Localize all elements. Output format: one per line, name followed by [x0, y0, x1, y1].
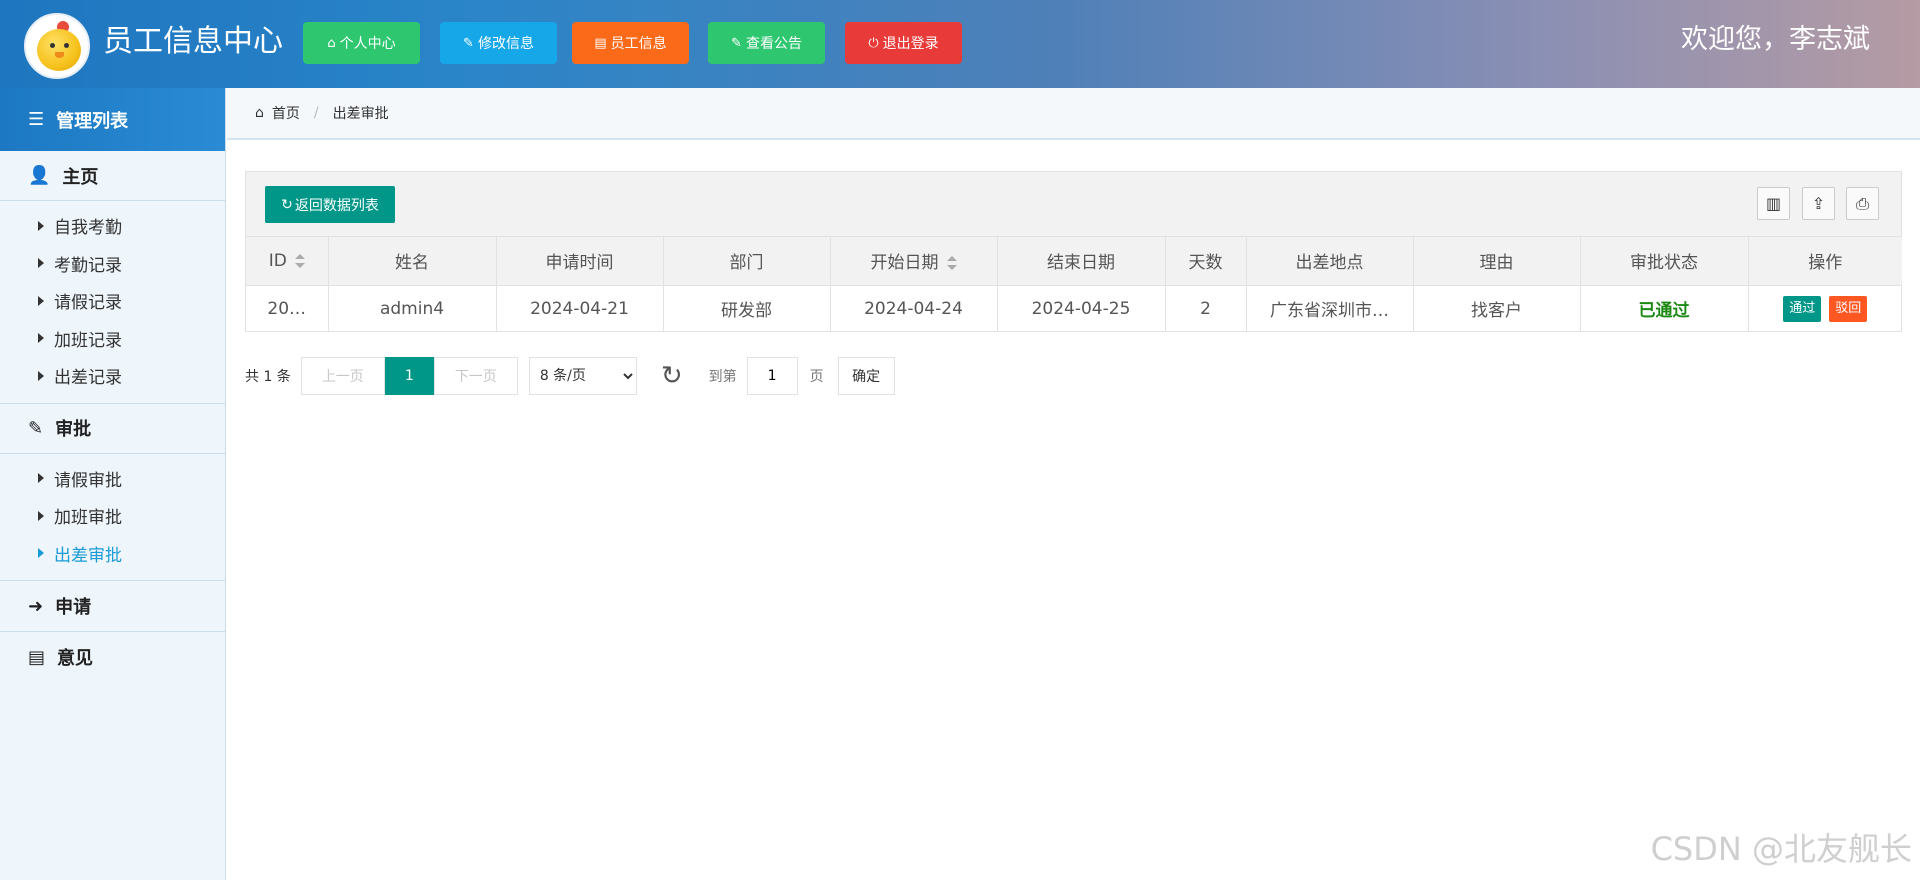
edit-info-button[interactable]: ✎ 修改信息 — [440, 22, 557, 64]
reject-button[interactable]: 驳回 — [1829, 295, 1868, 322]
home-icon: ⌂ — [327, 35, 336, 51]
caret-right-icon — [38, 548, 44, 559]
caret-right-icon — [38, 510, 44, 521]
column-header-start-date[interactable]: 开始日期 — [830, 237, 998, 286]
sidebar-item-self-attendance[interactable]: 自我考勤 — [0, 207, 225, 245]
sort-icon[interactable] — [946, 256, 957, 271]
column-header-id[interactable]: ID — [246, 237, 329, 286]
sidebar: ☰ 管理列表 👤 主页 自我考勤 考勤记录 请假记录 加班记录 出差记录 ✎ 审… — [0, 88, 226, 880]
column-header-location: 出差地点 — [1246, 237, 1414, 286]
sidebar-group-title-apply[interactable]: ➜ 申请 — [0, 581, 225, 631]
caret-right-icon — [38, 333, 44, 344]
watermark: CSDN @北友舰长 — [1650, 830, 1912, 868]
circle-arrow-icon: ➜ — [28, 595, 44, 617]
sidebar-item-leave-records[interactable]: 请假记录 — [0, 282, 225, 320]
cell-location: 广东省深圳市… — [1246, 285, 1414, 332]
prev-page-button[interactable]: 上一页 — [300, 357, 385, 395]
view-announcement-button[interactable]: ✎ 查看公告 — [708, 22, 825, 64]
columns-icon[interactable]: ▥ — [1757, 187, 1790, 220]
logo — [24, 13, 90, 79]
logout-button[interactable]: ⏻ 退出登录 — [845, 22, 962, 64]
sidebar-item-overtime-approval[interactable]: 加班审批 — [0, 497, 225, 535]
export-icon[interactable]: ⇪ — [1802, 187, 1835, 220]
cell-reason: 找客户 — [1413, 285, 1581, 332]
page-1-button[interactable]: 1 — [384, 357, 434, 395]
edit-icon: ✎ — [28, 417, 44, 439]
breadcrumb-home-link[interactable]: 首页 — [272, 103, 300, 123]
breadcrumb-separator: / — [313, 105, 319, 121]
power-icon: ⏻ — [868, 35, 879, 51]
trip-approval-table: ID 姓名 申请时间 部门 开始日期 结束日期 天数 出差地点 理由 审批状态 … — [246, 237, 1902, 332]
file-icon: ▤ — [594, 35, 607, 51]
sidebar-item-overtime-records[interactable]: 加班记录 — [0, 320, 225, 358]
column-header-reason: 理由 — [1413, 237, 1581, 286]
column-header-name: 姓名 — [328, 237, 497, 286]
next-page-button[interactable]: 下一页 — [433, 357, 518, 395]
top-header: 员工信息中心 ⌂ 个人中心 ✎ 修改信息 ▤ 员工信息 ✎ 查看公告 ⏻ 退出登录 欢迎您… — [0, 0, 1920, 88]
data-table-panel: ↻ 返回数据列表 ▥ ⇪ ⎙ ID 姓名 申请时间 部门 开始日期 结束日期 天数… — [245, 171, 1902, 332]
goto-prefix: 到第 — [708, 369, 737, 385]
caret-right-icon — [38, 258, 44, 269]
refresh-icon: ↻ — [281, 196, 293, 213]
caret-right-icon — [38, 220, 44, 231]
list-icon: ☰ — [28, 109, 45, 130]
print-icon[interactable]: ⎙ — [1846, 187, 1879, 220]
app-title: 员工信息中心 — [103, 24, 283, 59]
sidebar-item-leave-approval[interactable]: 请假审批 — [0, 460, 225, 498]
file-icon: ▤ — [28, 646, 46, 668]
sort-icon[interactable] — [294, 253, 305, 268]
sidebar-item-trip-approval[interactable]: 出差审批 — [0, 535, 225, 573]
column-header-status: 审批状态 — [1580, 237, 1749, 286]
goto-confirm-button[interactable]: 确定 — [837, 357, 895, 395]
home-icon: ⌂ — [255, 105, 264, 121]
goto-suffix: 页 — [809, 369, 824, 385]
page-size-select[interactable]: 8 条/页 — [528, 357, 637, 395]
pagination-total: 共 1 条 — [245, 369, 291, 385]
caret-right-icon — [38, 295, 44, 306]
column-header-end-date: 结束日期 — [997, 237, 1166, 286]
sidebar-group-feedback: ▤ 意见 — [0, 632, 225, 682]
cell-id: 20… — [246, 285, 329, 332]
cell-apply-time: 2024-04-21 — [496, 285, 664, 332]
wrench-icon: ✎ — [731, 35, 742, 51]
sidebar-group-apply: ➜ 申请 — [0, 581, 225, 632]
sidebar-group-title-feedback[interactable]: ▤ 意见 — [0, 632, 225, 682]
personal-center-button[interactable]: ⌂ 个人中心 — [303, 22, 420, 64]
column-header-actions: 操作 — [1748, 237, 1902, 286]
sidebar-item-attendance-records[interactable]: 考勤记录 — [0, 245, 225, 283]
wrench-icon: ✎ — [463, 35, 474, 51]
table-header-row: ID 姓名 申请时间 部门 开始日期 结束日期 天数 出差地点 理由 审批状态 … — [246, 237, 1902, 286]
column-header-apply-time: 申请时间 — [496, 237, 664, 286]
cell-status: 已通过 — [1580, 285, 1749, 332]
column-header-department: 部门 — [663, 237, 831, 286]
welcome-text: 欢迎您，李志斌 — [1681, 24, 1870, 55]
back-to-list-button[interactable]: ↻ 返回数据列表 — [265, 186, 395, 223]
cell-days: 2 — [1165, 285, 1247, 332]
pagination: 共 1 条 上一页 1 下一页 8 条/页 ↻ 到第 页 确定 — [245, 357, 895, 395]
table-row: 20… admin4 2024-04-21 研发部 2024-04-24 202… — [246, 285, 1902, 332]
cell-end-date: 2024-04-25 — [997, 285, 1166, 332]
refresh-icon[interactable]: ↻ — [661, 361, 683, 391]
approve-button[interactable]: 通过 — [1783, 295, 1822, 322]
sidebar-group-title-approval[interactable]: ✎ 审批 — [0, 404, 225, 454]
sidebar-item-trip-records[interactable]: 出差记录 — [0, 357, 225, 395]
cell-department: 研发部 — [663, 285, 831, 332]
breadcrumb: ⌂ 首页 / 出差审批 — [227, 88, 1920, 140]
column-header-days: 天数 — [1165, 237, 1247, 286]
cell-actions: 通过 驳回 — [1748, 285, 1902, 332]
sidebar-header: ☰ 管理列表 — [0, 88, 225, 151]
breadcrumb-current: 出差审批 — [332, 106, 389, 122]
table-toolbar: ↻ 返回数据列表 ▥ ⇪ ⎙ — [246, 172, 1901, 237]
caret-right-icon — [38, 370, 44, 381]
caret-right-icon — [38, 473, 44, 484]
cell-name: admin4 — [328, 285, 497, 332]
sidebar-group-approval: ✎ 审批 请假审批 加班审批 出差审批 — [0, 404, 225, 581]
sidebar-group-title-home[interactable]: 👤 主页 — [0, 151, 225, 201]
goto-page-input[interactable] — [746, 357, 798, 395]
cell-start-date: 2024-04-24 — [830, 285, 998, 332]
employee-info-button[interactable]: ▤ 员工信息 — [572, 22, 689, 64]
sidebar-group-home: 👤 主页 自我考勤 考勤记录 请假记录 加班记录 出差记录 — [0, 151, 225, 404]
user-icon: 👤 — [28, 165, 51, 186]
